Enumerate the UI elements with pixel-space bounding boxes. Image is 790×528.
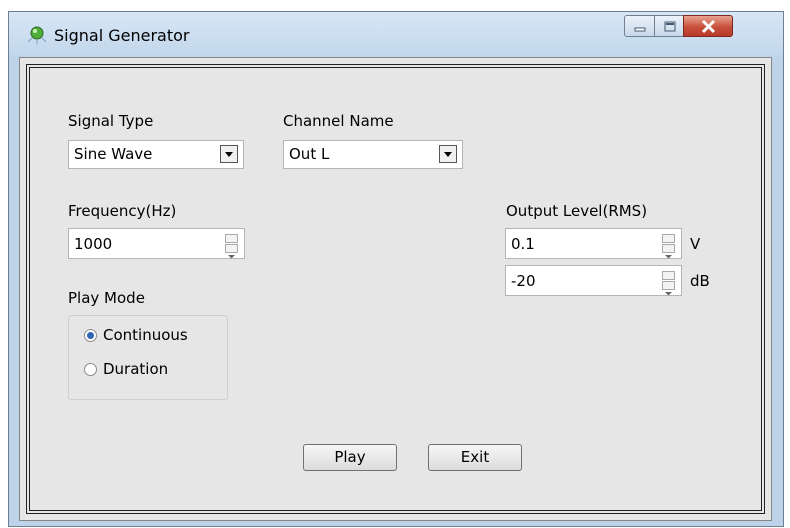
title-bar[interactable]: Signal Generator [9,12,783,56]
channel-name-label: Channel Name [283,112,394,130]
output-level-volts-spinbox[interactable]: 0.1 [505,228,682,259]
exit-button[interactable]: Exit [428,444,522,471]
spin-up-button[interactable] [662,271,675,285]
output-level-db-value: -20 [511,272,536,290]
chevron-down-icon[interactable] [439,145,457,163]
spin-up-button[interactable] [662,234,675,248]
maximize-button[interactable] [654,15,684,37]
output-level-label: Output Level(RMS) [506,202,648,220]
dialog-frame: Signal Type Sine Wave Channel Name Out L… [26,64,765,514]
signal-type-label: Signal Type [68,112,154,130]
spin-down-button[interactable] [225,244,238,259]
app-icon [26,24,48,46]
frequency-spinbox[interactable]: 1000 [68,228,245,259]
channel-name-value: Out L [289,145,330,163]
signal-type-value: Sine Wave [74,145,153,163]
maximize-icon [664,21,676,32]
play-mode-group: Continuous Duration [68,315,228,400]
radio-unselected-icon[interactable] [84,363,97,376]
output-level-db-spinbox[interactable]: -20 [505,265,682,296]
spin-down-button[interactable] [662,281,675,296]
play-mode-label: Play Mode [68,289,145,307]
close-icon [701,19,716,34]
window-title: Signal Generator [54,26,190,45]
play-button[interactable]: Play [303,444,397,471]
minimize-button[interactable] [624,15,655,37]
signal-generator-window: Signal Generator Signal Type Sine Wave C… [8,11,784,527]
chevron-down-icon[interactable] [220,145,238,163]
channel-name-dropdown[interactable]: Out L [283,140,463,169]
volts-unit-label: V [690,235,701,253]
minimize-icon [634,27,646,32]
output-level-volts-value: 0.1 [511,235,535,253]
radio-continuous-label: Continuous [103,326,188,344]
frequency-label: Frequency(Hz) [68,202,177,220]
close-button[interactable] [683,15,733,37]
dialog-client-area: Signal Type Sine Wave Channel Name Out L… [19,57,772,521]
radio-selected-icon[interactable] [84,329,97,342]
spin-up-button[interactable] [225,234,238,248]
spin-down-button[interactable] [662,244,675,259]
db-unit-label: dB [690,272,710,290]
radio-duration-label: Duration [103,360,169,378]
frequency-value: 1000 [74,235,113,253]
signal-type-dropdown[interactable]: Sine Wave [68,140,244,169]
